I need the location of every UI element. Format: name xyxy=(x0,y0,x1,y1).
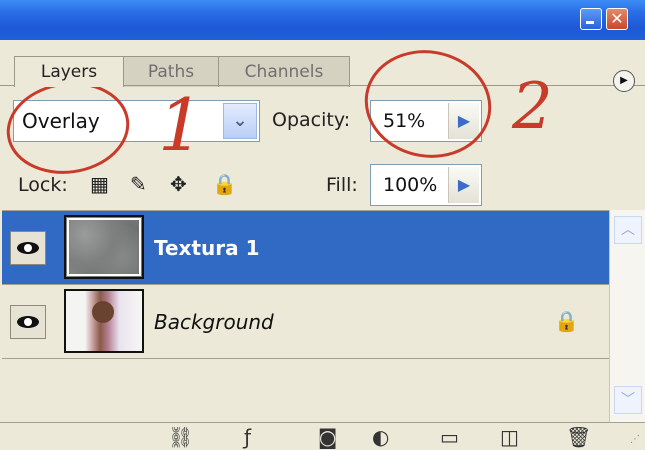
folder-icon[interactable]: ▭ xyxy=(440,426,459,448)
fill-label: Fill: xyxy=(326,174,358,196)
arrow-right-icon[interactable]: ▶ xyxy=(448,167,479,203)
lock-icon: 🔒 xyxy=(554,309,579,333)
eye-icon[interactable] xyxy=(10,305,46,339)
tab-label: Channels xyxy=(244,62,324,82)
trash-icon[interactable]: 🗑 xyxy=(566,426,591,448)
scroll-down-icon[interactable]: ﹀ xyxy=(614,386,642,414)
brush-icon[interactable]: ✎ xyxy=(130,172,147,196)
layer-thumbnail xyxy=(64,215,144,279)
window-titlebar: ✕ xyxy=(0,0,645,40)
arrow-right-icon[interactable]: ▶ xyxy=(448,103,479,139)
layer-row-background[interactable]: Background 🔒 xyxy=(2,285,609,359)
move-icon[interactable]: ✥ xyxy=(170,172,187,196)
lock-all-icon[interactable]: 🔒 xyxy=(212,172,237,196)
opacity-value: 51% xyxy=(383,110,426,132)
layer-name: Textura 1 xyxy=(154,236,260,260)
layer-row-textura[interactable]: Textura 1 xyxy=(2,211,609,285)
chevron-down-icon[interactable]: ⌄ xyxy=(223,103,257,139)
tab-channels[interactable]: Channels xyxy=(218,56,350,87)
layer-name: Background xyxy=(154,310,274,334)
eye-icon[interactable] xyxy=(10,231,46,265)
fill-value: 100% xyxy=(383,174,438,196)
minimize-icon[interactable] xyxy=(580,8,602,30)
close-icon[interactable]: ✕ xyxy=(606,8,628,30)
new-layer-icon[interactable]: ◫ xyxy=(500,426,519,448)
tab-strip: Layers Paths Channels xyxy=(0,40,645,87)
layer-mask-icon[interactable]: ◙ xyxy=(318,426,337,448)
tab-paths[interactable]: Paths xyxy=(122,56,220,87)
tab-label: Layers xyxy=(40,62,98,82)
lock-label: Lock: xyxy=(18,174,68,196)
blend-mode-value: Overlay xyxy=(22,109,100,133)
lock-transparent-icon[interactable]: ▦ xyxy=(90,172,109,196)
layer-list: Textura 1 Background 🔒 xyxy=(2,210,609,423)
adjustment-layer-icon[interactable]: ◐ xyxy=(372,426,389,448)
opacity-label: Opacity: xyxy=(272,109,351,131)
opacity-field[interactable]: 51% ▶ xyxy=(370,100,482,142)
fill-field[interactable]: 100% ▶ xyxy=(370,164,482,206)
scroll-up-icon[interactable]: ︿ xyxy=(614,216,642,244)
vertical-scrollbar[interactable]: ︿ ﹀ xyxy=(609,210,645,422)
tab-label: Paths xyxy=(147,62,195,82)
panel-menu-icon[interactable]: ▶ xyxy=(613,70,635,92)
resize-grip-icon[interactable]: ⋰ xyxy=(630,434,640,446)
blend-mode-select[interactable]: Overlay ⌄ xyxy=(13,100,260,142)
tab-layers[interactable]: Layers xyxy=(14,56,124,87)
layer-style-icon[interactable]: ƒ xyxy=(244,426,251,448)
link-icon[interactable]: ⛓ xyxy=(168,426,193,448)
layer-thumbnail xyxy=(64,289,144,353)
